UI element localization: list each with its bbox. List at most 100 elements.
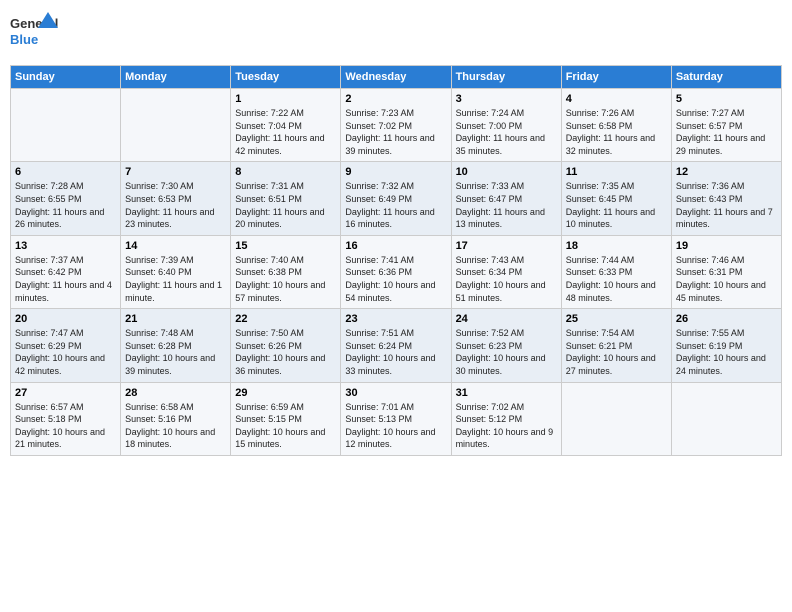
day-info: Sunrise: 7:47 AM Sunset: 6:29 PM Dayligh… [15, 327, 116, 377]
week-row-3: 13 Sunrise: 7:37 AM Sunset: 6:42 PM Dayli… [11, 235, 782, 308]
day-number: 9 [345, 166, 446, 178]
day-info: Sunrise: 7:02 AM Sunset: 5:12 PM Dayligh… [456, 401, 557, 451]
calendar-cell: 5Sunrise: 7:27 AM Sunset: 6:57 PM Daylig… [671, 89, 781, 162]
day-info: Sunrise: 7:32 AM Sunset: 6:49 PM Dayligh… [345, 180, 446, 230]
calendar-cell: 1 Sunrise: 7:22 AM Sunset: 7:04 PM Daylig… [231, 89, 341, 162]
calendar-cell: 2 Sunrise: 7:23 AM Sunset: 7:02 PM Daylig… [341, 89, 451, 162]
day-info: Sunrise: 7:51 AM Sunset: 6:24 PM Dayligh… [345, 327, 446, 377]
day-number: 27 [15, 387, 116, 399]
calendar-cell: 28 Sunrise: 6:58 AM Sunset: 5:16 PM Dayli… [121, 382, 231, 455]
calendar-cell: 6 Sunrise: 7:28 AM Sunset: 6:55 PM Daylig… [11, 162, 121, 235]
day-number: 20 [15, 313, 116, 325]
calendar-cell: 19 Sunrise: 7:46 AM Sunset: 6:31 PM Dayli… [671, 235, 781, 308]
day-number: 2 [345, 93, 446, 105]
day-info: Sunrise: 7:46 AM Sunset: 6:31 PM Dayligh… [676, 254, 777, 304]
calendar-cell: 18 Sunrise: 7:44 AM Sunset: 6:33 PM Dayli… [561, 235, 671, 308]
calendar-cell: 26 Sunrise: 7:55 AM Sunset: 6:19 PM Dayli… [671, 309, 781, 382]
day-header-wednesday: Wednesday [341, 66, 451, 89]
day-info: Sunrise: 7:26 AM Sunset: 6:58 PM Dayligh… [566, 107, 667, 157]
day-info: Sunrise: 7:22 AM Sunset: 7:04 PM Dayligh… [235, 107, 336, 157]
day-info: Sunrise: 7:52 AM Sunset: 6:23 PM Dayligh… [456, 327, 557, 377]
calendar-cell: 11 Sunrise: 7:35 AM Sunset: 6:45 PM Dayli… [561, 162, 671, 235]
calendar-cell: 21Sunrise: 7:48 AM Sunset: 6:28 PM Dayli… [121, 309, 231, 382]
calendar-cell [671, 382, 781, 455]
day-number: 26 [676, 313, 777, 325]
day-info: Sunrise: 7:48 AM Sunset: 6:28 PM Dayligh… [125, 327, 226, 377]
calendar-cell [11, 89, 121, 162]
day-number: 16 [345, 240, 446, 252]
day-number: 13 [15, 240, 116, 252]
day-info: Sunrise: 7:39 AM Sunset: 6:40 PM Dayligh… [125, 254, 226, 304]
calendar-cell: 23 Sunrise: 7:51 AM Sunset: 6:24 PM Dayli… [341, 309, 451, 382]
day-info: Sunrise: 7:37 AM Sunset: 6:42 PM Dayligh… [15, 254, 116, 304]
svg-text:Blue: Blue [10, 32, 38, 47]
day-header-monday: Monday [121, 66, 231, 89]
calendar-cell: 27 Sunrise: 6:57 AM Sunset: 5:18 PM Dayli… [11, 382, 121, 455]
calendar-cell: 4 Sunrise: 7:26 AM Sunset: 6:58 PM Daylig… [561, 89, 671, 162]
day-number: 31 [456, 387, 557, 399]
calendar-table: SundayMondayTuesdayWednesdayThursdayFrid… [10, 65, 782, 456]
calendar-cell: 10 Sunrise: 7:33 AM Sunset: 6:47 PM Dayli… [451, 162, 561, 235]
day-header-tuesday: Tuesday [231, 66, 341, 89]
day-number: 4 [566, 93, 667, 105]
calendar-cell: 13 Sunrise: 7:37 AM Sunset: 6:42 PM Dayli… [11, 235, 121, 308]
day-info: Sunrise: 7:36 AM Sunset: 6:43 PM Dayligh… [676, 180, 777, 230]
day-number: 23 [345, 313, 446, 325]
day-header-sunday: Sunday [11, 66, 121, 89]
week-row-1: 1 Sunrise: 7:22 AM Sunset: 7:04 PM Daylig… [11, 89, 782, 162]
day-number: 25 [566, 313, 667, 325]
week-row-5: 27 Sunrise: 6:57 AM Sunset: 5:18 PM Dayli… [11, 382, 782, 455]
week-row-2: 6 Sunrise: 7:28 AM Sunset: 6:55 PM Daylig… [11, 162, 782, 235]
calendar-cell: 12 Sunrise: 7:36 AM Sunset: 6:43 PM Dayli… [671, 162, 781, 235]
day-header-thursday: Thursday [451, 66, 561, 89]
day-number: 29 [235, 387, 336, 399]
day-info: Sunrise: 7:23 AM Sunset: 7:02 PM Dayligh… [345, 107, 446, 157]
day-number: 6 [15, 166, 116, 178]
day-info: Sunrise: 7:40 AM Sunset: 6:38 PM Dayligh… [235, 254, 336, 304]
day-info: Sunrise: 6:57 AM Sunset: 5:18 PM Dayligh… [15, 401, 116, 451]
calendar-cell: 3Sunrise: 7:24 AM Sunset: 7:00 PM Daylig… [451, 89, 561, 162]
calendar-cell: 20 Sunrise: 7:47 AM Sunset: 6:29 PM Dayli… [11, 309, 121, 382]
day-header-friday: Friday [561, 66, 671, 89]
day-number: 7 [125, 166, 226, 178]
day-info: Sunrise: 7:41 AM Sunset: 6:36 PM Dayligh… [345, 254, 446, 304]
calendar-cell: 8Sunrise: 7:31 AM Sunset: 6:51 PM Daylig… [231, 162, 341, 235]
calendar-header: SundayMondayTuesdayWednesdayThursdayFrid… [11, 66, 782, 89]
day-info: Sunrise: 7:33 AM Sunset: 6:47 PM Dayligh… [456, 180, 557, 230]
calendar-cell: 16 Sunrise: 7:41 AM Sunset: 6:36 PM Dayli… [341, 235, 451, 308]
day-number: 11 [566, 166, 667, 178]
page-header: General Blue [10, 10, 782, 55]
day-info: Sunrise: 7:55 AM Sunset: 6:19 PM Dayligh… [676, 327, 777, 377]
calendar-cell: 29 Sunrise: 6:59 AM Sunset: 5:15 PM Dayli… [231, 382, 341, 455]
day-info: Sunrise: 7:43 AM Sunset: 6:34 PM Dayligh… [456, 254, 557, 304]
day-number: 12 [676, 166, 777, 178]
day-info: Sunrise: 7:54 AM Sunset: 6:21 PM Dayligh… [566, 327, 667, 377]
day-info: Sunrise: 7:35 AM Sunset: 6:45 PM Dayligh… [566, 180, 667, 230]
calendar-cell: 30Sunrise: 7:01 AM Sunset: 5:13 PM Dayli… [341, 382, 451, 455]
calendar-cell: 31 Sunrise: 7:02 AM Sunset: 5:12 PM Dayli… [451, 382, 561, 455]
day-info: Sunrise: 6:59 AM Sunset: 5:15 PM Dayligh… [235, 401, 336, 451]
day-info: Sunrise: 7:24 AM Sunset: 7:00 PM Dayligh… [456, 107, 557, 157]
day-number: 18 [566, 240, 667, 252]
day-number: 1 [235, 93, 336, 105]
day-info: Sunrise: 7:30 AM Sunset: 6:53 PM Dayligh… [125, 180, 226, 230]
day-number: 19 [676, 240, 777, 252]
day-info: Sunrise: 7:44 AM Sunset: 6:33 PM Dayligh… [566, 254, 667, 304]
day-number: 10 [456, 166, 557, 178]
day-info: Sunrise: 6:58 AM Sunset: 5:16 PM Dayligh… [125, 401, 226, 451]
logo: General Blue [10, 10, 60, 55]
day-number: 22 [235, 313, 336, 325]
calendar-cell: 17 Sunrise: 7:43 AM Sunset: 6:34 PM Dayli… [451, 235, 561, 308]
day-info: Sunrise: 7:28 AM Sunset: 6:55 PM Dayligh… [15, 180, 116, 230]
calendar-cell [561, 382, 671, 455]
day-number: 8 [235, 166, 336, 178]
week-row-4: 20 Sunrise: 7:47 AM Sunset: 6:29 PM Dayli… [11, 309, 782, 382]
calendar-cell: 25 Sunrise: 7:54 AM Sunset: 6:21 PM Dayli… [561, 309, 671, 382]
day-number: 24 [456, 313, 557, 325]
day-number: 15 [235, 240, 336, 252]
calendar-cell: 15 Sunrise: 7:40 AM Sunset: 6:38 PM Dayli… [231, 235, 341, 308]
day-number: 17 [456, 240, 557, 252]
calendar-cell: 7 Sunrise: 7:30 AM Sunset: 6:53 PM Daylig… [121, 162, 231, 235]
day-number: 14 [125, 240, 226, 252]
day-number: 28 [125, 387, 226, 399]
